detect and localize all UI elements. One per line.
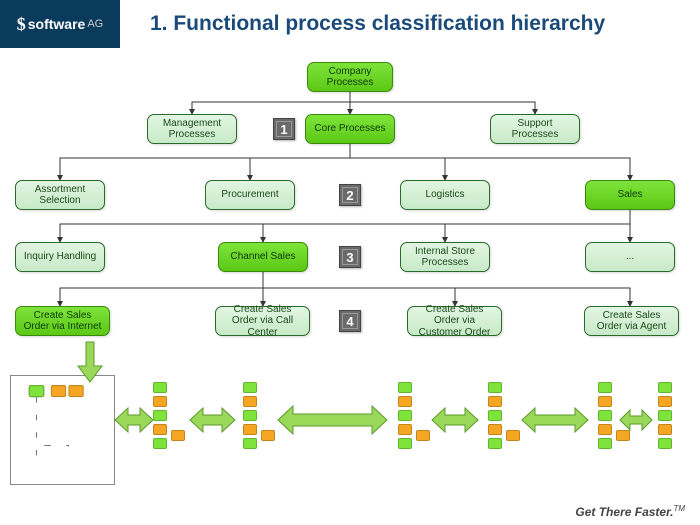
node-inquiry-handling: Inquiry Handling <box>15 242 105 272</box>
node-core-processes: Core Processes <box>305 114 395 144</box>
level-badge-4: 4 <box>339 310 361 332</box>
node-cso-call-center: Create Sales Order via Call Center <box>215 306 310 336</box>
node-channel-sales: Channel Sales <box>218 242 308 272</box>
node-sales: Sales <box>585 180 675 210</box>
tagline-text: Get There Faster. <box>575 505 673 519</box>
node-ellipsis: ... <box>585 242 675 272</box>
header: $ software AG 1. Functional process clas… <box>0 0 700 48</box>
node-logistics: Logistics <box>400 180 490 210</box>
mini-flowchart-band <box>0 380 700 495</box>
level-badge-1: 1 <box>273 118 295 140</box>
page-title: 1. Functional process classification hie… <box>150 12 605 36</box>
logo-mark: $ <box>17 14 26 35</box>
brand-logo: $ software AG <box>0 0 120 48</box>
node-management-processes: Management Processes <box>147 114 237 144</box>
logo-suffix: AG <box>87 18 103 30</box>
node-cso-agent: Create Sales Order via Agent <box>584 306 679 336</box>
bidirectional-arrows <box>0 380 700 490</box>
diagram-canvas: Company Processes Management Processes C… <box>0 48 700 525</box>
node-cso-customer-order: Create Sales Order via Customer Order <box>407 306 502 336</box>
node-cso-internet: Create Sales Order via Internet <box>15 306 110 336</box>
logo-text: software <box>28 16 86 32</box>
level-badge-2: 2 <box>339 184 361 206</box>
level-badge-3: 3 <box>339 246 361 268</box>
footer-tagline: Get There Faster.TM <box>575 504 685 519</box>
node-procurement: Procurement <box>205 180 295 210</box>
node-assortment-selection: Assortment Selection <box>15 180 105 210</box>
node-company-processes: Company Processes <box>307 62 393 92</box>
node-internal-store-processes: Internal Store Processes <box>400 242 490 272</box>
node-support-processes: Support Processes <box>490 114 580 144</box>
trademark: TM <box>673 504 685 513</box>
